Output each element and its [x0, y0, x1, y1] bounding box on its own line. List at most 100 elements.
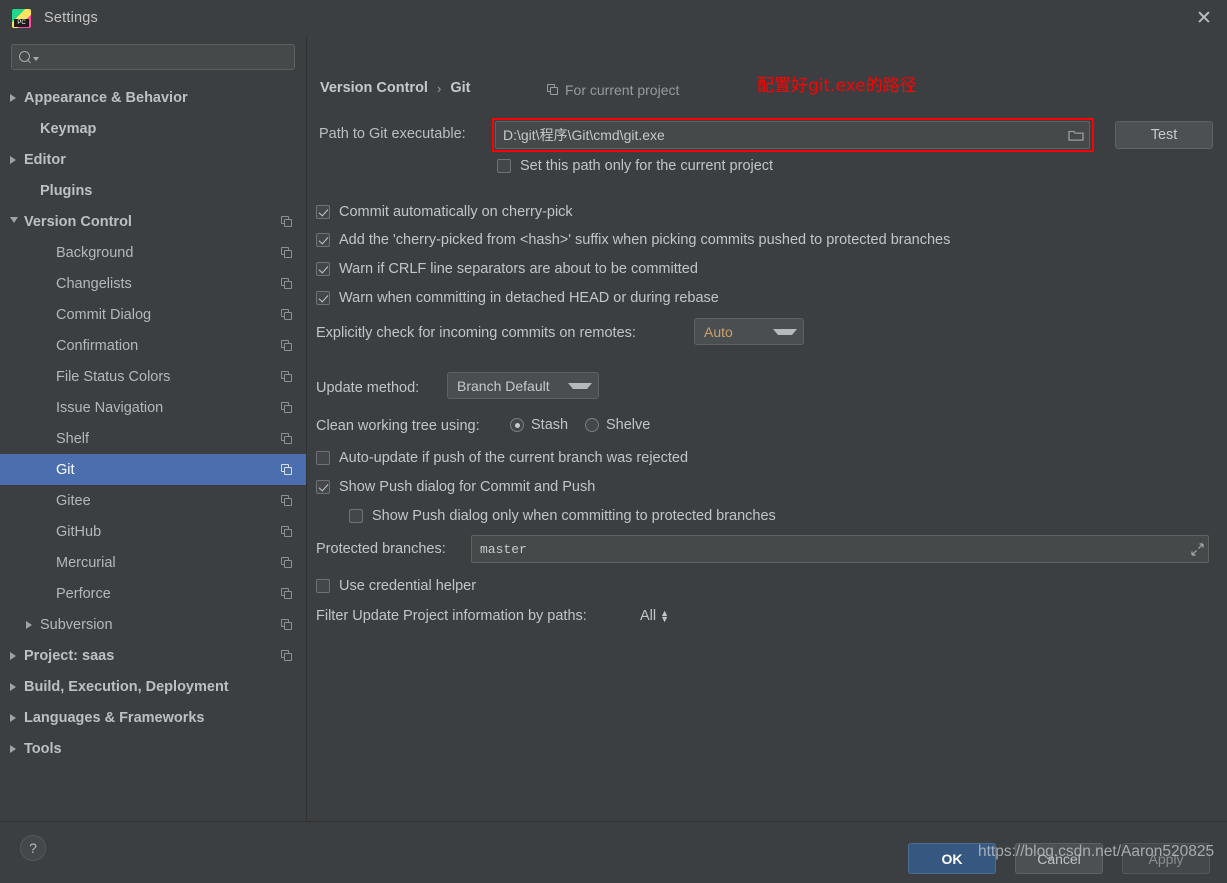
arrow-glyph: [10, 93, 16, 102]
protected-branches-field[interactable]: [471, 535, 1209, 563]
path-to-git-input[interactable]: [496, 126, 1063, 144]
search-box[interactable]: [11, 44, 295, 70]
copy-icon[interactable]: [281, 618, 293, 631]
dialog-footer: ? OK Cancel Apply: [0, 821, 1227, 883]
test-button[interactable]: Test: [1115, 121, 1213, 149]
copy-icon[interactable]: [281, 339, 293, 352]
copy-icon[interactable]: [281, 556, 293, 569]
chevron-down-icon[interactable]: [10, 216, 24, 227]
show-push-protected-row[interactable]: Show Push dialog only when committing to…: [349, 508, 776, 524]
update-method-value: Branch Default: [457, 377, 550, 394]
search-input[interactable]: [39, 48, 287, 66]
copy-icon[interactable]: [281, 215, 293, 228]
sidebar-item-confirmation[interactable]: Confirmation: [0, 330, 306, 361]
copy-icon[interactable]: [281, 277, 293, 290]
update-method-label: Update method:: [316, 380, 420, 396]
copy-icon[interactable]: [281, 463, 293, 476]
sidebar-item-gitee[interactable]: Gitee: [0, 485, 306, 516]
sidebar-item-changelists[interactable]: Changelists: [0, 268, 306, 299]
path-to-git-label: Path to Git executable:: [319, 126, 466, 142]
sidebar-item-shelf[interactable]: Shelf: [0, 423, 306, 454]
folder-icon[interactable]: [1063, 122, 1089, 148]
settings-window: Settings ✕ Appearance & Behavior Keymap Ed…: [0, 0, 1227, 883]
show-push-dialog-checkbox[interactable]: [316, 480, 330, 494]
show-push-dialog-row[interactable]: Show Push dialog for Commit and Push: [316, 479, 595, 495]
credential-helper-checkbox[interactable]: [316, 579, 330, 593]
protected-branches-input[interactable]: [472, 540, 1186, 558]
close-icon[interactable]: ✕: [1181, 0, 1227, 36]
chevron-right-icon[interactable]: [26, 620, 40, 629]
shelve-radio[interactable]: [585, 418, 599, 432]
sidebar-item-appearance-behavior[interactable]: Appearance & Behavior: [0, 82, 306, 113]
sidebar-item-mercurial[interactable]: Mercurial: [0, 547, 306, 578]
breadcrumb: Version Control › Git: [320, 80, 470, 96]
arrow-glyph: [10, 155, 16, 164]
sidebar-item-label: Mercurial: [56, 554, 116, 571]
set-path-only-checkbox[interactable]: [497, 159, 511, 173]
sidebar-item-background[interactable]: Background: [0, 237, 306, 268]
auto-update-push-row[interactable]: Auto-update if push of the current branc…: [316, 450, 688, 466]
sidebar-item-languages-frameworks[interactable]: Languages & Frameworks: [0, 702, 306, 733]
breadcrumb-parent[interactable]: Version Control: [320, 80, 428, 96]
copy-icon[interactable]: [281, 494, 293, 507]
chevron-right-icon[interactable]: [10, 651, 24, 660]
show-push-protected-label: Show Push dialog only when committing to…: [372, 508, 776, 524]
expand-icon[interactable]: [1186, 536, 1208, 562]
incoming-commits-dropdown[interactable]: Auto: [694, 318, 804, 345]
chevron-right-icon[interactable]: [10, 93, 24, 102]
sidebar-item-issue-navigation[interactable]: Issue Navigation: [0, 392, 306, 423]
set-path-only-row[interactable]: Set this path only for the current proje…: [497, 158, 773, 174]
sidebar-item-commit-dialog[interactable]: Commit Dialog: [0, 299, 306, 330]
ok-button[interactable]: OK: [908, 843, 996, 874]
sidebar-item-project-saas[interactable]: Project: saas: [0, 640, 306, 671]
show-push-protected-checkbox[interactable]: [349, 509, 363, 523]
arrow-glyph: [10, 216, 18, 227]
sidebar-item-github[interactable]: GitHub: [0, 516, 306, 547]
credential-helper-row[interactable]: Use credential helper: [316, 578, 476, 594]
clean-tree-shelve-option[interactable]: Shelve: [585, 417, 650, 433]
copy-icon[interactable]: [281, 246, 293, 259]
chevron-right-icon[interactable]: [10, 155, 24, 164]
copy-icon[interactable]: [281, 401, 293, 414]
sidebar-item-file-status-colors[interactable]: File Status Colors: [0, 361, 306, 392]
warn-detached-head-checkbox[interactable]: [316, 291, 330, 305]
update-method-dropdown[interactable]: Branch Default: [447, 372, 599, 399]
copy-icon[interactable]: [281, 370, 293, 383]
copy-icon[interactable]: [281, 432, 293, 445]
path-to-git-field[interactable]: [495, 121, 1090, 149]
stash-radio[interactable]: [510, 418, 524, 432]
sidebar-item-build-execution-deployment[interactable]: Build, Execution, Deployment: [0, 671, 306, 702]
show-push-dialog-label: Show Push dialog for Commit and Push: [339, 479, 596, 495]
sidebar-item-subversion[interactable]: Subversion: [0, 609, 306, 640]
cancel-button[interactable]: Cancel: [1015, 843, 1103, 874]
sidebar-item-editor[interactable]: Editor: [0, 144, 306, 175]
title-bar: Settings ✕: [0, 0, 1227, 36]
copy-icon[interactable]: [281, 649, 293, 662]
sidebar-item-plugins[interactable]: Plugins: [0, 175, 306, 206]
chevron-right-icon[interactable]: [10, 744, 24, 753]
sidebar-item-label: Editor: [24, 151, 66, 168]
warn-detached-head-row[interactable]: Warn when committing in detached HEAD or…: [316, 290, 719, 306]
add-cherrypicked-suffix-row[interactable]: Add the 'cherry-picked from <hash>' suff…: [316, 232, 950, 248]
warn-crlf-row[interactable]: Warn if CRLF line separators are about t…: [316, 261, 698, 277]
auto-update-push-checkbox[interactable]: [316, 451, 330, 465]
filter-paths-selector[interactable]: All ▲ ▼: [640, 608, 669, 624]
clean-tree-stash-option[interactable]: Stash: [510, 417, 568, 433]
arrow-glyph: [10, 713, 16, 722]
sidebar-item-keymap[interactable]: Keymap: [0, 113, 306, 144]
help-button[interactable]: ?: [20, 835, 46, 861]
warn-crlf-checkbox[interactable]: [316, 262, 330, 276]
sidebar-item-git[interactable]: Git: [0, 454, 306, 485]
sidebar-item-version-control[interactable]: Version Control: [0, 206, 306, 237]
sidebar-item-tools[interactable]: Tools: [0, 733, 306, 764]
copy-icon[interactable]: [281, 587, 293, 600]
commit-auto-cherrypick-checkbox[interactable]: [316, 205, 330, 219]
copy-icon[interactable]: [281, 525, 293, 538]
add-cherrypicked-suffix-checkbox[interactable]: [316, 233, 330, 247]
commit-auto-cherrypick-row[interactable]: Commit automatically on cherry-pick: [316, 204, 573, 220]
chevron-right-icon[interactable]: [10, 682, 24, 691]
apply-button[interactable]: Apply: [1122, 843, 1210, 874]
copy-icon[interactable]: [281, 308, 293, 321]
sidebar-item-perforce[interactable]: Perforce: [0, 578, 306, 609]
chevron-right-icon[interactable]: [10, 713, 24, 722]
